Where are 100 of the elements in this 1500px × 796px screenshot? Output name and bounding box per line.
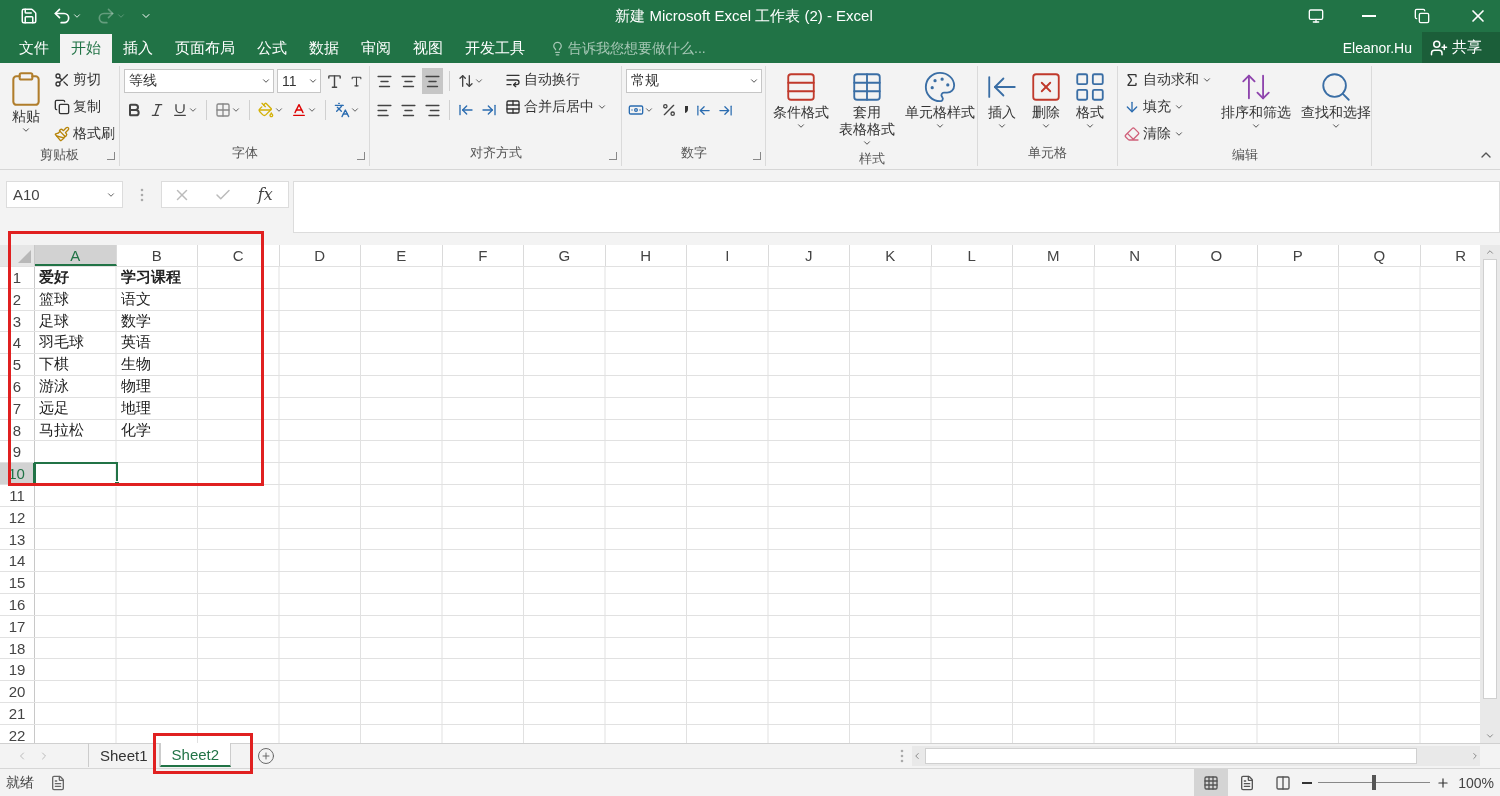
number-format-field[interactable]: 常规 — [626, 69, 762, 93]
plus-icon — [1436, 775, 1451, 790]
italic-icon — [149, 102, 165, 118]
font-name-field[interactable]: 等线 — [124, 69, 274, 93]
horizontal-scrollbar[interactable] — [912, 746, 1480, 766]
grid-icon — [1203, 774, 1220, 791]
caret-icon — [1085, 121, 1095, 131]
menu-tab[interactable]: 页面布局 — [164, 34, 246, 63]
table-cell-text: 地理 — [119, 397, 152, 418]
caret-icon — [21, 125, 31, 135]
caret-icon — [308, 76, 318, 86]
group-label: 字体 — [231, 144, 258, 162]
type-icon — [326, 72, 343, 90]
wrap-text-icon — [505, 72, 521, 88]
table-cell-text: 足球 — [38, 310, 70, 331]
ribbon-display-button[interactable] — [1308, 8, 1324, 24]
minus-icon — [1302, 781, 1313, 784]
wrap-text-button[interactable]: 自动换行 — [503, 68, 609, 92]
caret-icon — [1202, 75, 1212, 85]
merge-center-button[interactable]: 合并后居中 — [503, 95, 609, 119]
ribbon-button[interactable]: 插入 — [982, 68, 1022, 144]
caret-icon — [231, 105, 241, 115]
dialog-launcher-icon[interactable] — [753, 152, 761, 160]
caret-icon — [1174, 102, 1184, 112]
name-box[interactable]: A10 — [6, 181, 123, 208]
ribbon-button[interactable]: 条件格式 — [770, 68, 832, 150]
column-header[interactable]: A — [35, 245, 117, 266]
user-plus-icon — [1430, 38, 1448, 57]
columns-icon — [1275, 774, 1292, 791]
ribbon-button[interactable]: 单元格样式 — [902, 68, 978, 150]
table-cell-text: 英语 — [119, 332, 152, 353]
dialog-launcher-icon[interactable] — [609, 152, 617, 160]
table-cell-text: 游泳 — [38, 376, 70, 396]
group-label: 单元格 — [1028, 144, 1067, 162]
zoom-in-button[interactable] — [1436, 775, 1451, 790]
active-cell[interactable] — [35, 463, 117, 484]
formula-input[interactable] — [293, 181, 1500, 233]
menu-tab[interactable]: 公式 — [246, 34, 298, 63]
merge-cells-icon — [505, 99, 521, 115]
menu-tab[interactable]: 文件 — [8, 34, 60, 63]
menu-tab[interactable]: 视图 — [402, 34, 454, 63]
delete-icon — [1029, 70, 1063, 104]
insert-function-button[interactable]: fx — [253, 185, 277, 204]
restore-button[interactable] — [1414, 8, 1430, 24]
drag-handle-icon[interactable] — [900, 749, 904, 763]
caret-icon — [116, 11, 126, 21]
sheet-tab[interactable]: Sheet2 — [159, 743, 232, 767]
caret-icon — [72, 11, 82, 21]
add-sheet-button[interactable] — [257, 747, 276, 765]
caret-icon — [1251, 121, 1261, 131]
caret-icon — [997, 121, 1007, 131]
share-button[interactable]: 共享 — [1422, 32, 1500, 63]
vertical-scrollbar[interactable] — [1480, 245, 1500, 743]
ribbon-button[interactable]: 套用 表格格式 — [836, 68, 898, 150]
drag-handle-icon[interactable] — [140, 187, 144, 202]
ribbon-button[interactable]: 删除 — [1026, 68, 1066, 144]
menu-tab[interactable]: 开始 — [60, 34, 112, 63]
monitor-icon — [1308, 8, 1324, 24]
caret-icon — [261, 76, 271, 86]
caret-icon — [307, 105, 317, 115]
ribbon-button[interactable]: 格式刷 — [52, 122, 117, 146]
table-cell-text: 物理 — [119, 376, 152, 396]
menu-tab[interactable]: 数据 — [298, 34, 350, 63]
page-icon — [1239, 774, 1256, 791]
palette-icon — [923, 70, 957, 104]
ribbon-button[interactable]: 查找和选择 — [1298, 68, 1374, 146]
user-name: Eleanor.Hu — [1342, 39, 1412, 56]
menu-tab[interactable]: 审阅 — [350, 34, 402, 63]
group-label: 剪贴板 — [40, 146, 79, 164]
scrollbar-thumb[interactable] — [1483, 259, 1497, 699]
table-icon — [850, 70, 884, 104]
caret-icon — [474, 76, 484, 86]
caret-icon — [862, 138, 872, 148]
ribbon-button[interactable]: 填充 — [1122, 95, 1214, 119]
font-size-field[interactable]: 11 — [277, 69, 321, 93]
ribbon-button[interactable]: 清除 — [1122, 122, 1214, 146]
menu-tab[interactable]: 开发工具 — [454, 34, 536, 63]
banknote-icon — [628, 102, 644, 118]
paste-button[interactable]: 粘贴 — [4, 68, 48, 146]
ribbon-button[interactable]: 格式 — [1070, 68, 1110, 144]
dialog-launcher-icon[interactable] — [107, 152, 115, 160]
ribbon-button[interactable]: 自动求和 — [1122, 68, 1214, 92]
table-cell-text: 数学 — [119, 310, 152, 331]
macro-record-button[interactable] — [50, 774, 66, 791]
caret-icon — [935, 121, 945, 131]
save-button[interactable] — [20, 7, 38, 25]
search-icon — [1319, 70, 1353, 104]
normal-view-button[interactable] — [1194, 769, 1229, 796]
lightbulb-icon — [550, 41, 565, 56]
ribbon-button[interactable]: 剪切 — [52, 68, 117, 92]
slider-thumb[interactable] — [1372, 775, 1377, 790]
scrollbar-thumb[interactable] — [925, 748, 1417, 764]
ribbon-button[interactable]: 排序和筛选 — [1218, 68, 1294, 146]
sheet-tab[interactable]: Sheet1 — [88, 743, 160, 767]
ribbon-button[interactable]: 复制 — [52, 95, 117, 119]
dialog-launcher-icon[interactable] — [357, 152, 365, 160]
zoom-out-button[interactable] — [1302, 781, 1313, 784]
undo-button[interactable] — [52, 6, 82, 26]
menu-tab[interactable]: 插入 — [112, 34, 164, 63]
bottom-align-button[interactable] — [422, 68, 443, 94]
